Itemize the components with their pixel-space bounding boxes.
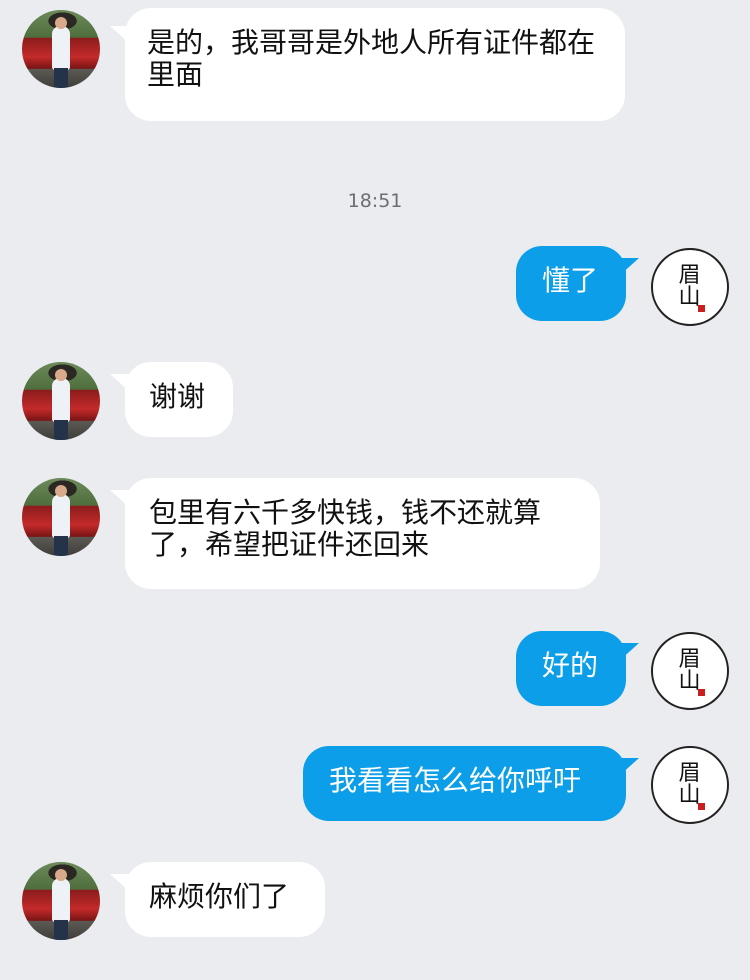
contact-avatar[interactable] (22, 362, 100, 440)
avatar-photo-legs (54, 536, 68, 556)
avatar-photo-figure (52, 369, 70, 422)
avatar-photo-legs (54, 68, 68, 88)
seal-stamp-icon (698, 689, 705, 696)
message-bubble-outgoing[interactable]: 我看看怎么给你呼吁 (303, 746, 626, 821)
avatar-photo-figure (52, 17, 70, 70)
user-avatar[interactable]: 眉 山 (651, 632, 729, 710)
message-timestamp: 18:51 (347, 190, 403, 212)
avatar-seal-line1: 眉 (678, 263, 702, 288)
avatar-photo-legs (54, 920, 68, 940)
contact-avatar[interactable] (22, 862, 100, 940)
user-avatar[interactable]: 眉 山 (651, 746, 729, 824)
avatar-seal-line1: 眉 (678, 647, 702, 672)
avatar-seal-line1: 眉 (678, 761, 702, 786)
message-bubble-incoming[interactable]: 麻烦你们了 (125, 862, 325, 937)
message-bubble-outgoing[interactable]: 懂了 (516, 246, 626, 321)
message-text: 谢谢 (149, 380, 206, 413)
bubble-tail (619, 643, 639, 661)
seal-stamp-icon (698, 803, 705, 810)
message-bubble-incoming[interactable]: 是的，我哥哥是外地人所有证件都在里面 (125, 8, 625, 121)
avatar-photo-legs (54, 420, 68, 440)
avatar-photo-figure (52, 869, 70, 922)
message-text: 包里有六千多快钱，钱不还就算了，希望把证件还回来 (149, 496, 542, 561)
message-text: 我看看怎么给你呼吁 (329, 764, 582, 797)
message-bubble-outgoing[interactable]: 好的 (516, 631, 626, 706)
message-text: 懂了 (542, 264, 599, 297)
message-text: 是的，我哥哥是外地人所有证件都在里面 (147, 26, 596, 91)
user-avatar[interactable]: 眉 山 (651, 248, 729, 326)
message-text: 麻烦你们了 (149, 880, 290, 913)
seal-stamp-icon (698, 305, 705, 312)
contact-avatar[interactable] (22, 10, 100, 88)
avatar-photo-figure (52, 485, 70, 538)
bubble-tail (619, 758, 639, 776)
message-bubble-incoming[interactable]: 谢谢 (125, 362, 233, 437)
message-bubble-incoming[interactable]: 包里有六千多快钱，钱不还就算了，希望把证件还回来 (125, 478, 600, 589)
message-text: 好的 (542, 649, 599, 682)
contact-avatar[interactable] (22, 478, 100, 556)
bubble-tail (619, 258, 639, 276)
